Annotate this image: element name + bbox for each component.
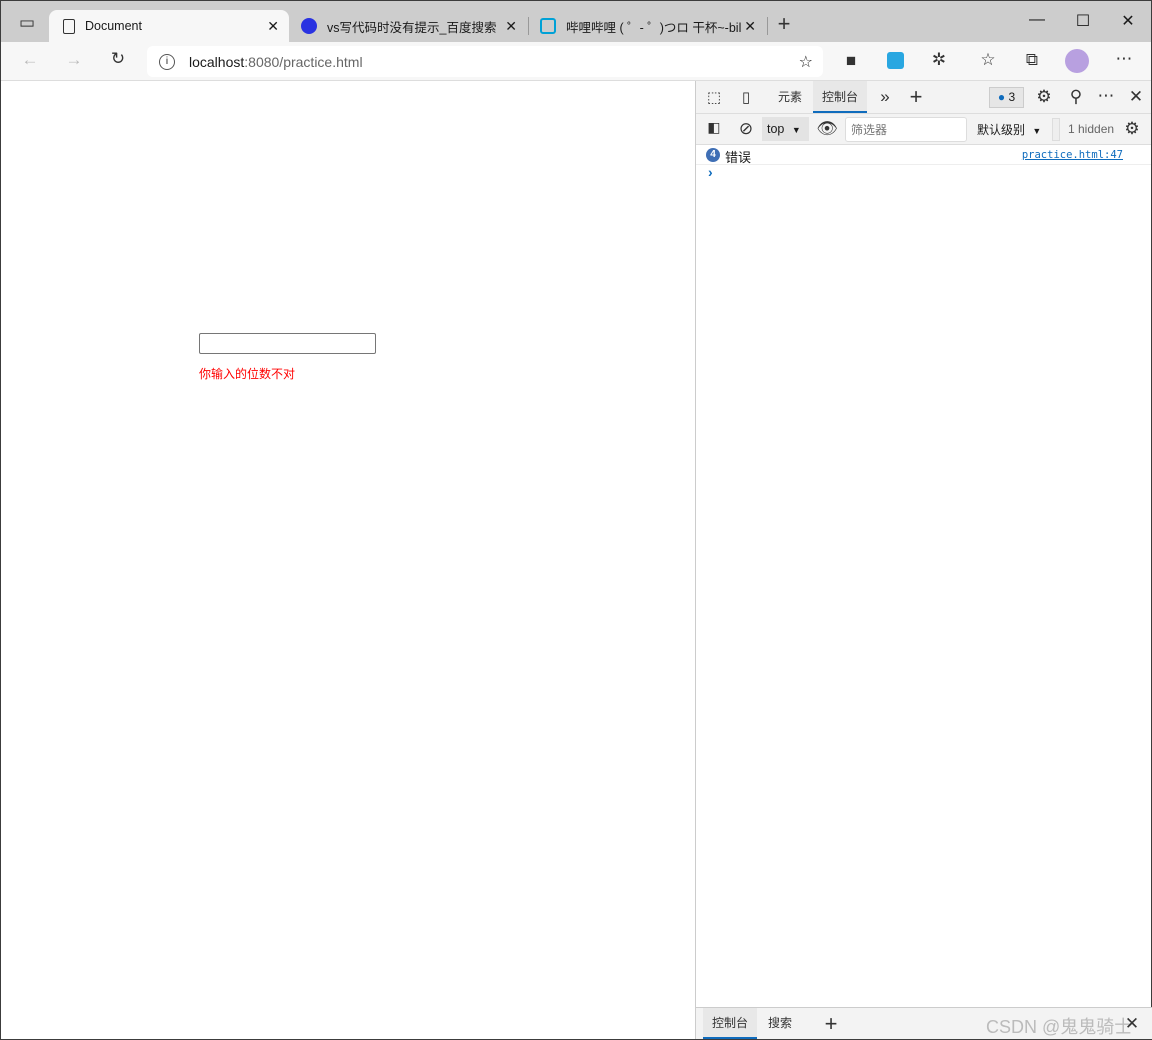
more-icon[interactable]: ⋯ [1112,49,1136,69]
tab-baidu[interactable]: vs写代码时没有提示_百度搜索 ✕ [289,10,527,42]
tab-title: 哔哩哔哩 ( ゜- ゜)つロ 干杯~-bilil [566,20,741,35]
info-icon[interactable]: i [159,53,175,70]
url-input[interactable]: i localhost:8080/practice.html ☆ [147,46,823,77]
number-input[interactable] [199,333,376,354]
page-icon [63,18,75,34]
console-prompt[interactable]: › [708,164,713,180]
more-tabs-icon[interactable]: » [873,87,897,107]
log-level-select[interactable]: 默认级别 ▼ [977,121,1041,138]
console-message: 4 错误 practice.html:47 [696,145,1151,165]
live-expression-icon[interactable]: 👁 [815,119,839,139]
error-message: 你输入的位数不对 [199,367,296,381]
minimize-button[interactable]: — [1014,11,1060,29]
filter-input[interactable] [845,117,967,142]
dropdown-icon: ▼ [791,125,801,135]
sidebar-toggle-icon[interactable]: ◧ [702,119,726,136]
url-host: localhost [189,53,245,70]
extensions-icon[interactable]: ✲ [927,50,951,70]
maximize-button[interactable]: ☐ [1060,11,1106,31]
tab-title: Document [85,19,142,33]
drawer-tab-console[interactable]: 控制台 [703,1008,758,1039]
clear-console-icon[interactable]: ⊘ [734,119,758,139]
add-tab-icon[interactable]: + [904,84,928,110]
new-tab-icon[interactable]: + [772,11,796,37]
message-icon: ● [997,90,1006,104]
log-level-value: 默认级别 [977,123,1026,137]
dropdown-icon: ▼ [1032,126,1042,136]
close-devtools-icon[interactable]: ✕ [1124,87,1148,107]
tab-console[interactable]: 控制台 [813,81,868,113]
issues-count: 3 [1008,90,1016,104]
console-settings-icon[interactable]: ⚙ [1120,119,1144,139]
baidu-icon [301,18,317,34]
source-link[interactable]: practice.html:47 [1022,149,1123,161]
drawer-add-icon[interactable]: + [819,1011,843,1037]
device-emulation-icon[interactable]: ▯ [734,88,758,106]
issues-badge[interactable]: ● 3 [989,87,1024,108]
hidden-count: 1 hidden [1068,122,1115,136]
message-count-badge: 4 [706,148,720,162]
tab-strip: ▭ Document ✕ vs写代码时没有提示_百度搜索 ✕ 哔哩哔哩 ( ゜-… [1,1,1151,42]
divider [1052,118,1060,141]
add-favorite-icon[interactable]: ☆ [799,52,813,72]
extension-icon[interactable]: ■ [839,51,863,71]
tab-title: vs写代码时没有提示_百度搜索 [327,20,497,35]
inspect-icon[interactable]: ⬚ [702,88,726,106]
feedback-icon[interactable]: ⚲ [1064,87,1088,107]
drawer-tabs: 控制台 搜索 + CSDN @鬼鬼骑士 ✕ [696,1007,1152,1039]
devtools-panel: ⬚ ▯ 元素 控制台 » + ● 3 ⚙ ⚲ ⋯ ✕ ◧ ⊘ top ▼ 👁 默… [695,81,1152,1039]
collections-icon[interactable]: ⧉ [1020,50,1044,70]
context-select[interactable]: top ▼ [762,117,809,141]
profile-avatar[interactable] [1065,49,1089,73]
extension-lala-icon[interactable] [886,52,904,69]
message-text: 错误 [725,150,752,165]
address-bar-row: ← → ↻ i localhost:8080/practice.html ☆ ■… [1,42,1151,81]
settings-icon[interactable]: ⚙ [1032,87,1056,107]
context-value: top [767,122,785,136]
close-window-button[interactable]: ✕ [1105,11,1151,31]
tab-bilibili[interactable]: 哔哩哔哩 ( ゜- ゜)つロ 干杯~-bilil ✕ [528,10,766,42]
page-content: 你输入的位数不对 [1,81,695,1039]
forward-icon[interactable]: → [62,50,86,70]
more-options-icon[interactable]: ⋯ [1094,86,1118,106]
close-tab-icon[interactable]: ✕ [267,18,279,35]
close-tab-icon[interactable]: ✕ [505,18,517,35]
url-path: :8080/practice.html [244,53,363,70]
favorites-icon[interactable]: ☆ [976,50,1000,70]
refresh-icon[interactable]: ↻ [106,49,130,69]
drawer-tab-search[interactable]: 搜索 [759,1008,801,1039]
bilibili-icon [540,18,556,34]
close-tab-icon[interactable]: ✕ [744,17,756,35]
tab-document[interactable]: Document ✕ [49,10,289,42]
tab-elements[interactable]: 元素 [769,81,811,113]
back-icon[interactable]: ← [18,50,42,70]
tab-actions-icon[interactable]: ▭ [15,13,39,33]
close-drawer-icon[interactable]: ✕ [1120,1014,1144,1034]
watermark: CSDN @鬼鬼骑士 [986,1017,1133,1037]
